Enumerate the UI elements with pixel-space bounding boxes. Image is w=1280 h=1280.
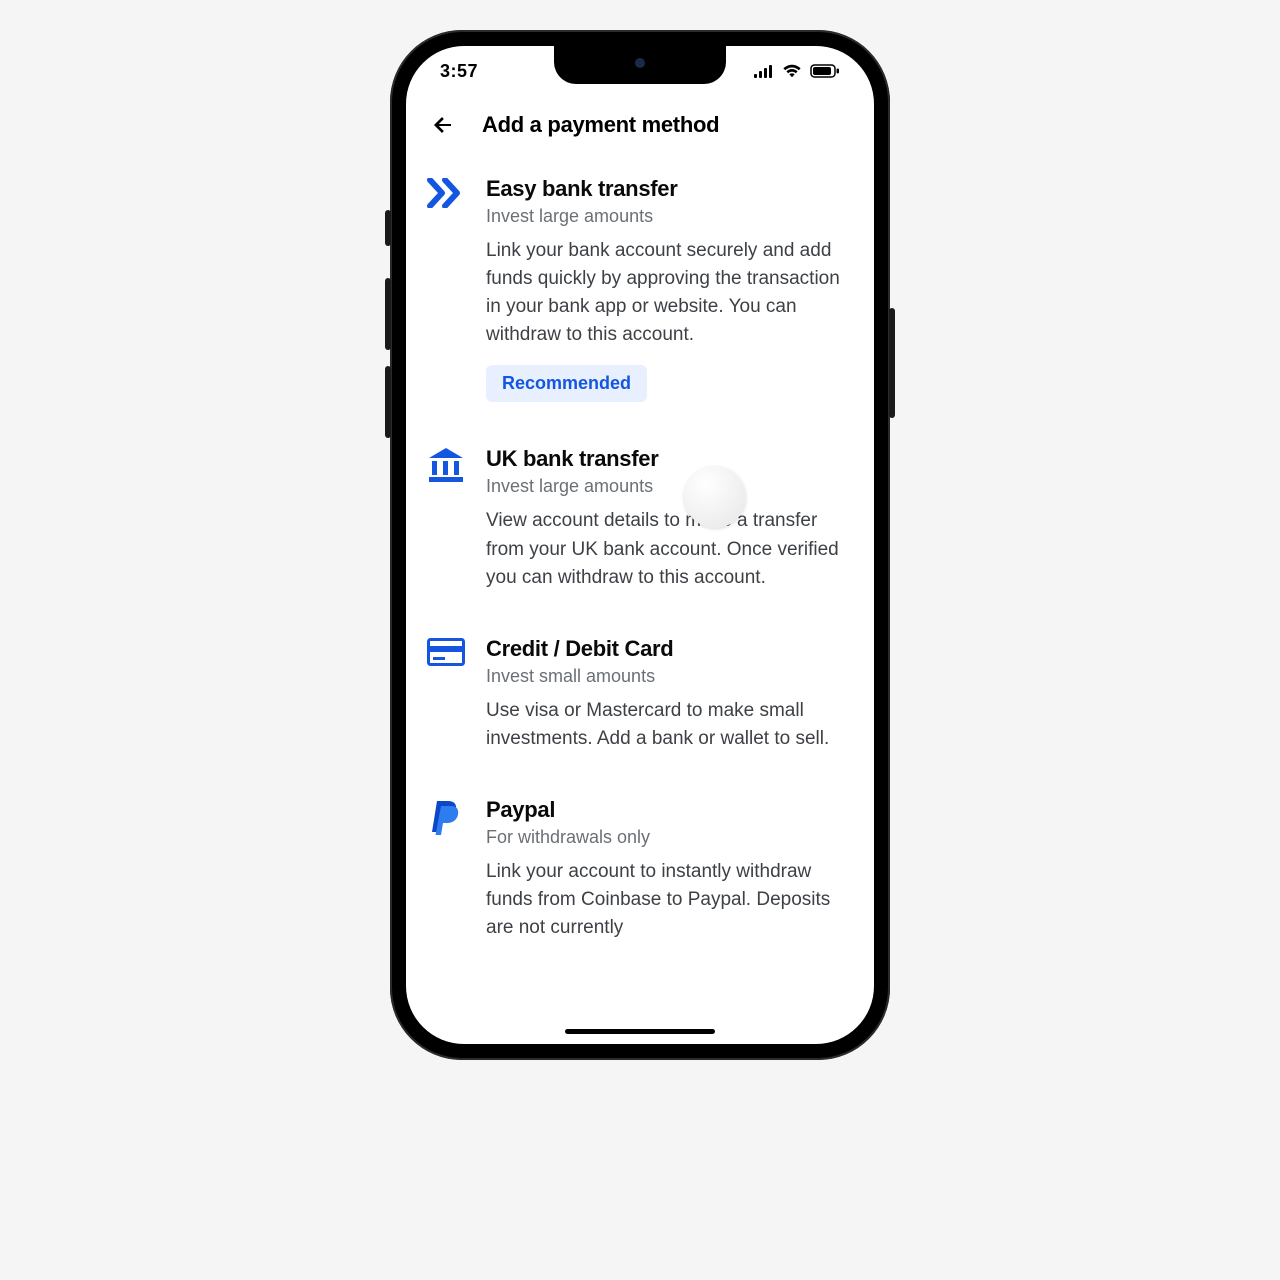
back-button[interactable] [426, 108, 460, 142]
method-easy-bank-transfer[interactable]: Easy bank transfer Invest large amounts … [426, 154, 854, 424]
phone-volume-down [385, 366, 391, 438]
phone-silent-switch [385, 210, 391, 246]
method-title: Credit / Debit Card [486, 636, 854, 662]
method-uk-bank-transfer[interactable]: UK bank transfer Invest large amounts Vi… [426, 424, 854, 613]
cellular-icon [754, 65, 774, 78]
method-title: UK bank transfer [486, 446, 854, 472]
touch-indicator [684, 466, 746, 528]
double-chevron-icon [427, 178, 465, 208]
phone-power-button [889, 308, 895, 418]
phone-notch [554, 46, 726, 84]
paypal-icon [429, 799, 463, 837]
recommended-badge: Recommended [486, 365, 647, 402]
wifi-icon [782, 64, 802, 78]
method-description: View account details to make a transfer … [486, 507, 854, 591]
home-indicator[interactable] [565, 1029, 715, 1034]
method-description: Link your account to instantly withdraw … [486, 858, 854, 942]
method-description: Use visa or Mastercard to make small inv… [486, 697, 854, 753]
status-time: 3:57 [440, 61, 478, 82]
method-description: Link your bank account securely and add … [486, 237, 854, 349]
method-title: Paypal [486, 797, 854, 823]
method-credit-debit-card[interactable]: Credit / Debit Card Invest small amounts… [426, 614, 854, 775]
method-subtitle: For withdrawals only [486, 827, 854, 848]
app-header: Add a payment method [406, 96, 874, 154]
status-indicators [754, 64, 840, 78]
method-subtitle: Invest large amounts [486, 476, 854, 497]
phone-screen: 3:57 [406, 46, 874, 1044]
battery-icon [810, 64, 840, 78]
method-subtitle: Invest small amounts [486, 666, 854, 687]
payment-methods-list[interactable]: Easy bank transfer Invest large amounts … [406, 154, 874, 1044]
method-title: Easy bank transfer [486, 176, 854, 202]
arrow-left-icon [431, 113, 455, 137]
page-title: Add a payment method [482, 112, 719, 138]
phone-volume-up [385, 278, 391, 350]
phone-frame: 3:57 [390, 30, 890, 1060]
method-paypal[interactable]: Paypal For withdrawals only Link your ac… [426, 775, 854, 964]
credit-card-icon [427, 638, 465, 666]
method-subtitle: Invest large amounts [486, 206, 854, 227]
bank-icon [428, 448, 464, 482]
